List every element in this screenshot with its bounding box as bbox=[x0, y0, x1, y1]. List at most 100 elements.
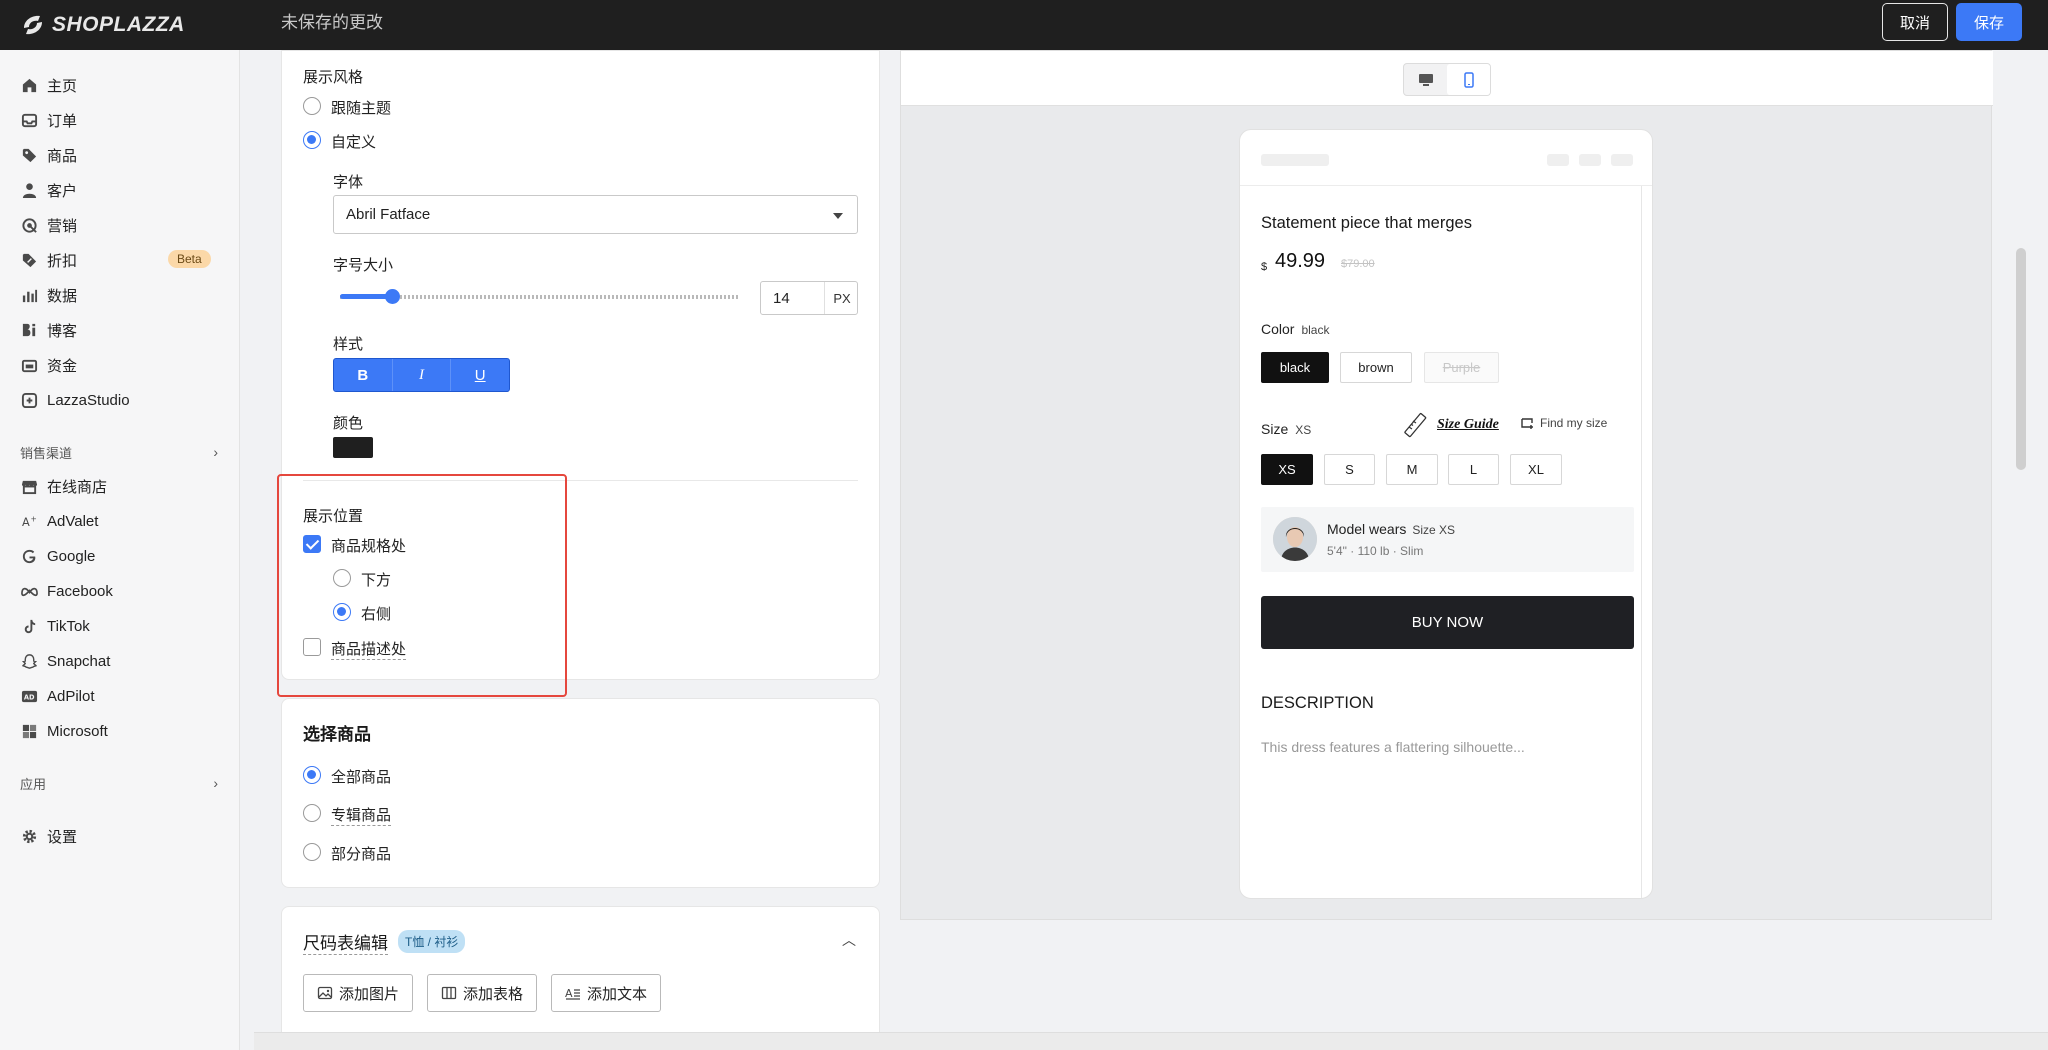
size-guide-link[interactable]: Size Guide bbox=[1403, 412, 1499, 438]
sidebar-item-orders[interactable]: 订单 bbox=[20, 108, 220, 132]
sidebar-item-discounts[interactable]: 折扣 Beta bbox=[20, 248, 220, 272]
color-chip-purple[interactable]: Purple bbox=[1424, 352, 1499, 383]
svg-text:A: A bbox=[565, 987, 573, 1000]
blog-icon bbox=[20, 321, 38, 339]
sidebar-item-label: Google bbox=[47, 547, 96, 565]
text-style-group: B I U bbox=[333, 358, 510, 392]
sidebar-item-lazzastudio[interactable]: LazzaStudio bbox=[20, 388, 220, 412]
radio-some-products-label: 部分商品 bbox=[331, 846, 392, 863]
sidebar-item-settings[interactable]: 设置 bbox=[20, 824, 220, 848]
compare-at-price: $79.00 bbox=[1341, 258, 1375, 270]
bold-button[interactable]: B bbox=[334, 359, 393, 391]
preview-toolbar bbox=[901, 51, 1993, 106]
color-chip-brown[interactable]: brown bbox=[1340, 352, 1412, 383]
radio-some-products[interactable] bbox=[303, 843, 321, 861]
sidebar-item-label: 资金 bbox=[47, 357, 78, 375]
color-option-label: Color black bbox=[1261, 321, 1329, 337]
sidebar-item-customers[interactable]: 客户 bbox=[20, 178, 220, 202]
page-scrollbar[interactable] bbox=[2016, 248, 2026, 470]
mobile-view-button[interactable] bbox=[1447, 64, 1490, 95]
sidebar-item-tiktok[interactable]: TikTok bbox=[20, 614, 220, 638]
sidebar-item-online-store[interactable]: 在线商店 bbox=[20, 474, 220, 498]
sidebar-item-advalet[interactable]: A + AdValet bbox=[20, 509, 220, 533]
desktop-view-button[interactable] bbox=[1404, 64, 1447, 95]
font-size-slider-thumb[interactable] bbox=[385, 289, 400, 304]
highlight-box bbox=[277, 474, 567, 697]
sidebar-item-analytics[interactable]: 数据 bbox=[20, 283, 220, 307]
add-text-label: 添加文本 bbox=[587, 985, 648, 1003]
font-size-unit: PX bbox=[833, 291, 851, 306]
header-skeleton-icon bbox=[1547, 154, 1569, 166]
radio-all-products-label: 全部商品 bbox=[331, 769, 392, 786]
sidebar-item-label: 营销 bbox=[47, 217, 78, 235]
size-guide-text: Size Guide bbox=[1437, 417, 1499, 432]
color-option-selected: black bbox=[1301, 323, 1330, 337]
size-chip-m[interactable]: M bbox=[1386, 454, 1438, 485]
sidebar-item-adpilot[interactable]: AD AdPilot bbox=[20, 684, 220, 708]
model-info: Model wears Size XS 5'4" · 110 lb · Slim bbox=[1261, 507, 1634, 572]
add-text-button[interactable]: A 添加文本 bbox=[551, 974, 662, 1012]
sidebar-item-label: 折扣 bbox=[47, 252, 78, 270]
radio-follow-theme[interactable] bbox=[303, 97, 321, 115]
preview-header bbox=[1240, 130, 1652, 186]
inbox-icon bbox=[20, 111, 38, 129]
radio-all-products[interactable] bbox=[303, 766, 321, 784]
chevron-up-icon[interactable]: ︿ bbox=[842, 930, 856, 950]
radio-collection-products[interactable] bbox=[303, 804, 321, 822]
size-chip-s[interactable]: S bbox=[1324, 454, 1375, 485]
color-chip-black[interactable]: black bbox=[1261, 352, 1329, 383]
adpilot-icon: AD bbox=[20, 687, 38, 705]
svg-text:AD: AD bbox=[23, 693, 34, 701]
meta-icon bbox=[20, 582, 38, 600]
sidebar-item-facebook[interactable]: Facebook bbox=[20, 579, 220, 603]
preview-scrollbar bbox=[1641, 186, 1642, 898]
sidebar-item-home[interactable]: 主页 bbox=[20, 73, 220, 97]
find-my-size-link[interactable]: Find my size bbox=[1520, 416, 1607, 430]
target-icon bbox=[20, 216, 38, 234]
sidebar-item-marketing[interactable]: 营销 bbox=[20, 213, 220, 237]
sidebar-item-label: 数据 bbox=[47, 287, 78, 305]
text-icon: A bbox=[565, 987, 580, 1000]
image-icon bbox=[317, 986, 333, 1000]
color-swatch[interactable] bbox=[333, 437, 373, 458]
sidebar-item-products[interactable]: 商品 bbox=[20, 143, 220, 167]
ruler-icon bbox=[1404, 412, 1427, 438]
size-chip-xl[interactable]: XL bbox=[1510, 454, 1562, 485]
add-image-button[interactable]: 添加图片 bbox=[303, 974, 414, 1012]
color-option-title: Color bbox=[1261, 321, 1295, 337]
underline-button[interactable]: U bbox=[451, 359, 509, 391]
shoplazza-logo[interactable]: SHOPLAZZA bbox=[20, 10, 185, 40]
save-button[interactable]: 保存 bbox=[1956, 3, 2022, 41]
sidebar-item-label: 商品 bbox=[47, 147, 78, 165]
header-skeleton-icon bbox=[1611, 154, 1633, 166]
font-size-slider-track[interactable] bbox=[340, 295, 740, 299]
person-icon bbox=[20, 181, 38, 199]
sidebar-item-blog[interactable]: 博客 bbox=[20, 318, 220, 342]
font-size-input[interactable]: 14 PX bbox=[760, 281, 858, 315]
size-option-label: Size XS bbox=[1261, 421, 1311, 437]
italic-button[interactable]: I bbox=[393, 359, 452, 391]
size-chip-xs[interactable]: XS bbox=[1261, 454, 1313, 485]
description-title: DESCRIPTION bbox=[1261, 694, 1374, 712]
model-size: Size XS bbox=[1412, 523, 1456, 537]
sidebar-item-microsoft[interactable]: Microsoft bbox=[20, 719, 220, 743]
add-table-button[interactable]: 添加表格 bbox=[427, 974, 538, 1012]
sidebar-item-label: Snapchat bbox=[47, 652, 111, 670]
sidebar-item-google[interactable]: Google bbox=[20, 544, 220, 568]
sales-channels-section[interactable]: 销售渠道 › bbox=[20, 442, 220, 462]
tag-icon bbox=[20, 146, 38, 164]
add-table-label: 添加表格 bbox=[463, 985, 524, 1003]
studio-icon bbox=[20, 391, 38, 409]
sidebar-item-label: 博客 bbox=[47, 322, 78, 340]
gear-icon bbox=[20, 827, 38, 845]
sidebar-item-snapchat[interactable]: Snapchat bbox=[20, 649, 220, 673]
color-label: 颜色 bbox=[333, 415, 364, 432]
cancel-button[interactable]: 取消 bbox=[1882, 3, 1948, 41]
font-select[interactable]: Abril Fatface bbox=[333, 195, 858, 234]
apps-section[interactable]: 应用 › bbox=[20, 773, 220, 793]
sidebar-item-finance[interactable]: 资金 bbox=[20, 353, 220, 377]
size-chip-l[interactable]: L bbox=[1448, 454, 1499, 485]
buy-now-button[interactable]: BUY NOW bbox=[1261, 596, 1634, 649]
size-option-title: Size bbox=[1261, 421, 1289, 437]
radio-custom[interactable] bbox=[303, 131, 321, 149]
